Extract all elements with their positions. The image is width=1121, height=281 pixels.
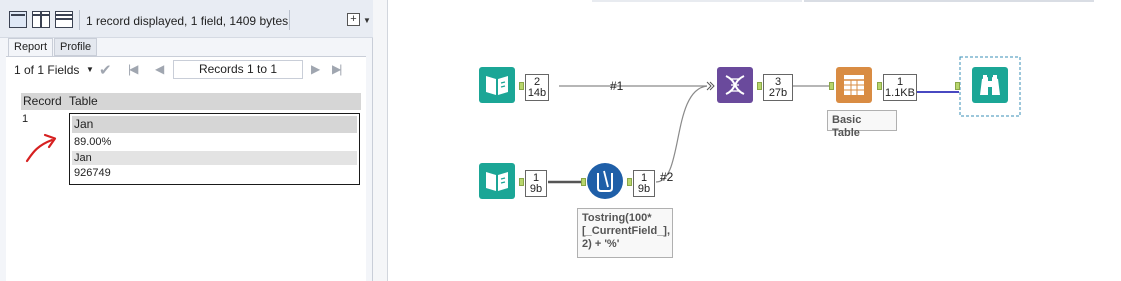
wire-label: #1 <box>610 79 624 93</box>
table-cell[interactable]: Jan 89.00% Jan 926749 <box>69 113 360 185</box>
basic-table-tool[interactable] <box>836 67 872 103</box>
toolbar-divider <box>79 10 80 30</box>
output-anchor[interactable] <box>519 178 524 186</box>
layout-single-icon[interactable] <box>9 11 27 28</box>
table-cell-row: 926749 <box>74 167 111 179</box>
record-size: 9b <box>529 183 543 195</box>
basic-table-annotation: Basic Table <box>827 110 897 139</box>
output-anchor[interactable] <box>627 178 632 186</box>
input-anchor[interactable] <box>581 178 586 186</box>
output-anchor[interactable] <box>757 82 762 90</box>
dna-union-icon <box>725 75 745 95</box>
annotation-line: 2) + '%' <box>582 238 620 250</box>
record-count-badge: 1 9b <box>525 170 547 197</box>
results-summary: 1 record displayed, 1 field, 1409 bytes <box>86 14 289 28</box>
grid-header: Record Table <box>21 93 361 110</box>
multi-field-formula-tool[interactable] <box>587 163 623 199</box>
record-count-badge: 3 27b <box>763 74 793 101</box>
layout-split-vertical-icon[interactable] <box>32 11 50 28</box>
toolbar-divider <box>289 10 290 30</box>
table-cell-row: Jan <box>72 151 357 165</box>
input-data-tool[interactable] <box>479 163 515 199</box>
table-cell-row: 89.00% <box>74 136 112 148</box>
record-count-badge: 1 9b <box>633 170 655 197</box>
beaker-formula-icon <box>597 170 613 192</box>
chevron-down-icon: ▼ <box>363 16 371 25</box>
input-data-tool[interactable] <box>479 67 515 103</box>
record-count-badge: 1 1.1KB <box>883 74 917 101</box>
input-anchor[interactable] <box>829 82 834 90</box>
record-size: 9b <box>637 183 651 195</box>
input-anchor[interactable] <box>955 82 960 90</box>
table-cell-row: Jan <box>72 116 357 133</box>
annotation-line: [_CurrentField_], <box>582 225 671 237</box>
add-menu-button[interactable]: + ▼ <box>347 13 371 27</box>
connection-wires <box>548 56 1021 184</box>
union-tool[interactable] <box>717 67 753 103</box>
next-record-icon[interactable]: ▶ <box>311 62 320 76</box>
previous-record-icon[interactable]: ◀ <box>155 62 164 76</box>
tab-report[interactable]: Report <box>8 38 54 56</box>
book-input-icon <box>486 172 508 191</box>
records-range-field[interactable]: Records 1 to 1 <box>173 60 303 79</box>
results-toolbar: 1 record displayed, 1 field, 1409 bytes … <box>0 0 373 38</box>
tab-profile[interactable]: Profile <box>54 38 98 56</box>
record-size: 1.1KB <box>885 87 915 99</box>
layout-split-horizontal-icon[interactable] <box>55 11 73 28</box>
red-arrow-annotation <box>25 133 57 163</box>
column-header-record[interactable]: Record <box>23 94 62 108</box>
output-anchor[interactable] <box>877 82 882 90</box>
record-size: 14b <box>527 87 547 99</box>
browse-tool[interactable] <box>972 67 1008 103</box>
wire-label: #2 <box>660 170 674 184</box>
app-root: 1 record displayed, 1 field, 1409 bytes … <box>0 0 1121 281</box>
last-record-icon[interactable]: ▶| <box>332 62 342 76</box>
fields-select[interactable]: 1 of 1 Fields <box>14 63 79 77</box>
table-icon <box>844 75 864 95</box>
output-anchor[interactable] <box>519 82 524 90</box>
column-header-table[interactable]: Table <box>69 94 98 108</box>
add-menu-icon: + <box>347 13 360 26</box>
formula-annotation: Tostring(100* [_CurrentField_], 2) + '%' <box>577 208 673 258</box>
results-panel: 1 record displayed, 1 field, 1409 bytes … <box>0 0 373 281</box>
panel-splitter[interactable] <box>373 0 388 281</box>
book-input-icon <box>486 76 508 95</box>
binoculars-icon <box>980 75 1000 95</box>
record-count-badge: 2 14b <box>525 74 549 101</box>
annotation-line: Tostring(100* <box>582 212 652 224</box>
connection-wire <box>655 85 708 183</box>
check-icon[interactable]: ✔ <box>99 61 112 79</box>
chevron-down-icon[interactable]: ▼ <box>86 65 94 74</box>
record-navigation: 1 of 1 Fields ▼ ✔ |◀ ◀ Records 1 to 1 ▶ … <box>6 56 366 82</box>
first-record-icon[interactable]: |◀ <box>128 62 138 76</box>
union-input-marker <box>706 81 715 91</box>
workflow-canvas[interactable]: 2 14b #1 1 9b 1 9b #2 Tostring(100* [_Cu… <box>389 0 1121 281</box>
record-size: 27b <box>768 87 788 99</box>
results-grid: Record Table 1 Jan 89.00% Jan 926749 <box>6 82 366 281</box>
